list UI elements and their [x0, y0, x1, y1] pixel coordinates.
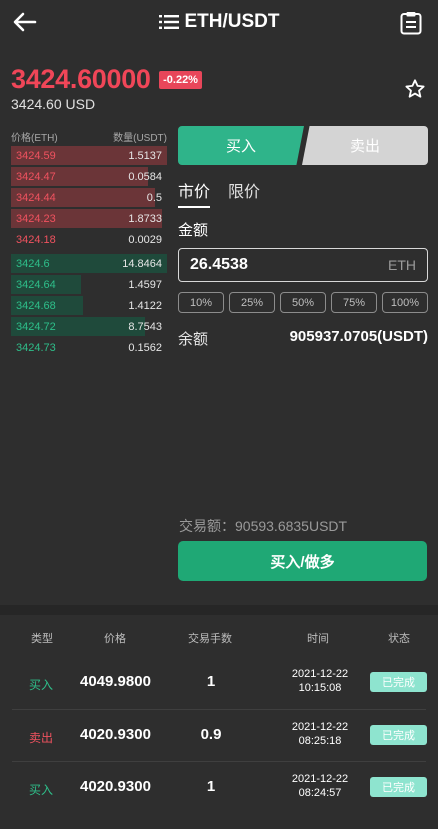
ask-row[interactable]: 3424.23 1.8733 — [11, 208, 167, 229]
tab-sell[interactable]: 卖出 — [302, 126, 428, 165]
row-price: 3424.6 — [16, 257, 50, 270]
status-badge: 已完成 — [370, 672, 427, 692]
ask-row[interactable]: 3424.47 0.0584 — [11, 166, 167, 187]
balance-value: 905937.0705(USDT) — [289, 328, 428, 345]
trade-panel: 买入 卖出 市价 限价 金额 26.4538 ETH 10% 25% 50% 75% 1… — [178, 126, 428, 349]
row-qty: 1.4122 — [128, 299, 162, 312]
history-row[interactable]: 买入 4020.9300 1 2021-12-22 08:24:57 已完成 — [0, 762, 438, 814]
usd-price: 3424.60 USD — [11, 96, 96, 112]
bid-row[interactable]: 3424.68 1.4122 — [11, 295, 167, 316]
tab-buy[interactable]: 买入 — [178, 126, 304, 165]
tab-limit[interactable]: 限价 — [228, 178, 260, 208]
percent-button[interactable]: 10% — [178, 292, 224, 313]
row-price: 3424.72 — [16, 320, 56, 333]
history-qty: 1 — [206, 778, 216, 796]
price-column-header: 价格(ETH) — [11, 132, 58, 144]
history-price: 4020.9300 — [80, 778, 151, 796]
amount-value: 26.4538 — [190, 256, 248, 273]
history-row[interactable]: 卖出 4020.9300 0.9 2021-12-22 08:25:18 已完成 — [0, 710, 438, 762]
percent-button[interactable]: 100% — [382, 292, 428, 313]
change-badge: -0.22% — [159, 70, 202, 89]
amount-unit: ETH — [388, 257, 416, 273]
history-status-header: 状态 — [388, 633, 410, 645]
bid-row[interactable]: 3424.64 1.4597 — [11, 274, 167, 295]
row-qty: 1.8733 — [128, 212, 162, 225]
buy-long-button[interactable]: 买入/做多 — [178, 541, 427, 581]
history-type-header: 类型 — [31, 633, 53, 645]
history-price-header: 价格 — [104, 633, 126, 645]
row-price: 3424.44 — [16, 191, 56, 204]
history-date: 2021-12-22 — [291, 668, 349, 680]
side-tabs: 买入 卖出 — [178, 126, 428, 165]
list-icon — [158, 15, 179, 29]
tab-market[interactable]: 市价 — [178, 178, 211, 208]
history-price: 4049.9800 — [80, 673, 151, 690]
row-price: 3424.59 — [16, 149, 56, 162]
row-qty: 8.7543 — [128, 320, 162, 333]
amount-input[interactable]: 26.4538 ETH — [178, 248, 428, 282]
percent-button[interactable]: 75% — [331, 292, 377, 313]
balance-row: 余额 905937.0705(USDT) — [178, 328, 428, 349]
percent-buttons: 10% 25% 50% 75% 100% — [178, 292, 428, 313]
balance-label: 余额 — [178, 331, 209, 348]
last-price: 3424.60000 — [11, 64, 151, 94]
history-time: 2021-12-22 10:15:08 — [285, 667, 355, 695]
bid-row[interactable]: 3424.73 0.1562 — [11, 337, 167, 358]
amount-label: 金额 — [178, 222, 209, 239]
order-book-header: 价格(ETH) 数量(USDT) — [11, 127, 167, 145]
section-divider — [0, 605, 438, 615]
bids-list: 3424.6 14.8464 3424.64 1.4597 3424.68 1.4122 3… — [11, 253, 167, 358]
status-badge: 已完成 — [370, 724, 427, 745]
trade-amount-text: 交易额：90593.6835USDT — [179, 518, 348, 534]
row-price: 3424.64 — [16, 278, 56, 291]
history-type: 买入 — [29, 783, 54, 798]
page-title: ETH/USDT — [184, 11, 280, 32]
qty-column-header: 数量(USDT) — [113, 132, 167, 144]
history-price: 4020.9300 — [80, 725, 151, 743]
star-icon[interactable] — [404, 78, 426, 100]
history-type: 卖出 — [29, 730, 54, 745]
history-clock: 08:25:18 — [298, 734, 342, 747]
status-badge: 已完成 — [370, 777, 427, 798]
history-qty: 1 — [206, 673, 216, 690]
row-qty: 1.4597 — [128, 278, 162, 291]
history-type: 买入 — [29, 678, 54, 692]
bid-row[interactable]: 3424.6 14.8464 — [11, 253, 167, 274]
row-qty: 1.5137 — [128, 149, 162, 162]
arrow-left-icon[interactable] — [12, 9, 38, 35]
percent-button[interactable]: 25% — [229, 292, 275, 313]
history-qty: 0.9 — [200, 725, 222, 743]
ask-row[interactable]: 3424.18 0.0029 — [11, 229, 167, 250]
row-price: 3424.23 — [16, 212, 56, 225]
history-time-header: 时间 — [307, 633, 329, 645]
history-time: 2021-12-22 08:24:57 — [285, 772, 355, 800]
ask-row[interactable]: 3424.44 0.5 — [11, 187, 167, 208]
pair-selector[interactable]: ETH/USDT — [158, 11, 280, 33]
row-qty: 0.0584 — [128, 170, 162, 183]
row-price: 3424.47 — [16, 170, 56, 183]
row-qty: 0.5 — [146, 191, 162, 204]
row-qty: 0.1562 — [128, 341, 162, 354]
header: ETH/USDT — [0, 0, 438, 44]
percent-button[interactable]: 50% — [280, 292, 326, 313]
bid-row[interactable]: 3424.72 8.7543 — [11, 316, 167, 337]
ask-row[interactable]: 3424.59 1.5137 — [11, 145, 167, 166]
history-qty-header: 交易手数 — [188, 633, 232, 645]
row-qty: 14.8464 — [122, 257, 162, 270]
order-type-tabs: 市价 限价 — [178, 178, 428, 208]
history-time: 2021-12-22 08:25:18 — [285, 720, 355, 748]
clipboard-icon[interactable] — [400, 11, 422, 35]
asks-list: 3424.59 1.5137 3424.47 0.0584 3424.44 0.5 3424… — [11, 145, 167, 250]
row-price: 3424.68 — [16, 299, 56, 312]
history-clock: 10:15:08 — [298, 682, 342, 694]
history-row[interactable]: 买入 4049.9800 1 2021-12-22 10:15:08 已完成 — [0, 657, 438, 709]
order-book: 价格(ETH) 数量(USDT) 3424.59 1.5137 3424.47 0.0… — [11, 127, 167, 358]
history-date: 2021-12-22 — [291, 773, 349, 786]
row-price: 3424.73 — [16, 341, 56, 354]
history-clock: 08:24:57 — [298, 787, 342, 800]
row-price: 3424.18 — [16, 233, 56, 246]
row-qty: 0.0029 — [128, 233, 162, 246]
ticker: 3424.60000 -0.22% 3424.60 USD — [11, 64, 202, 112]
history-date: 2021-12-22 — [291, 720, 349, 733]
